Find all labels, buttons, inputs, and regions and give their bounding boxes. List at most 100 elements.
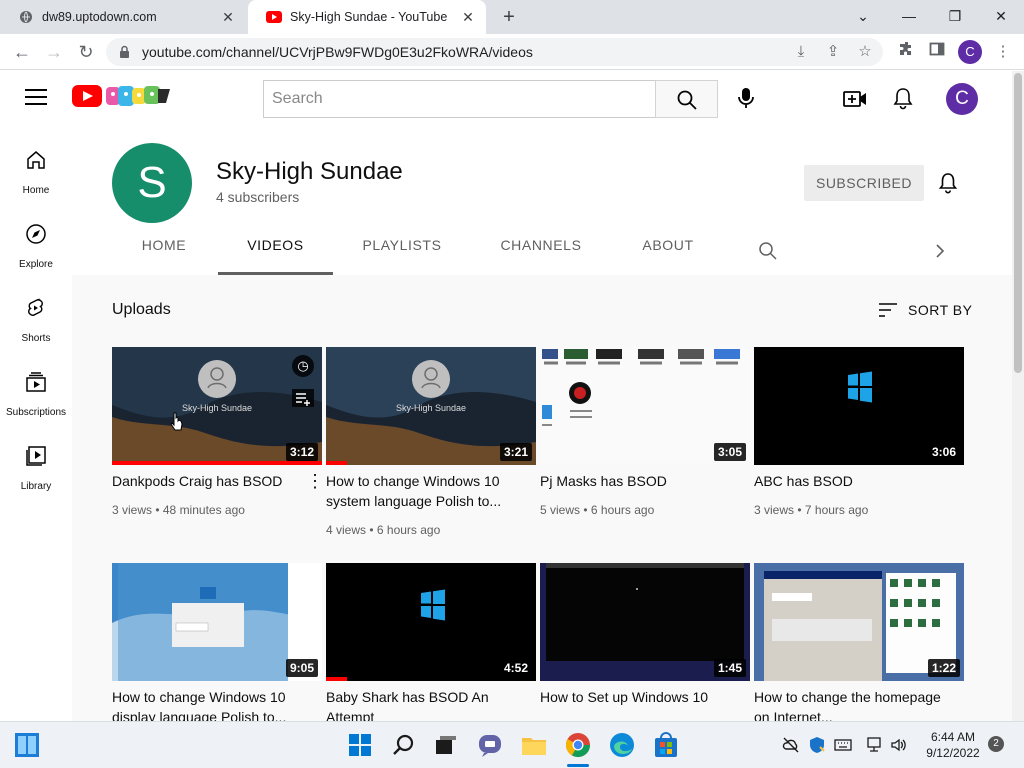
back-button[interactable]: ← (10, 40, 34, 64)
task-view-widgets-icon[interactable] (14, 732, 40, 758)
video-title[interactable]: How to change Windows 10 display languag… (112, 687, 312, 721)
minimize-button[interactable]: — (894, 4, 924, 28)
browser-menu-icon[interactable]: ⋮ (992, 41, 1014, 63)
home-icon (27, 151, 45, 169)
microsoft-store-icon[interactable] (652, 731, 680, 759)
video-card[interactable]: 3:05 Pj Masks has BSOD 5 views • 6 hours… (540, 347, 750, 537)
video-card[interactable]: 4:52 Baby Shark has BSOD An Attempt (326, 563, 536, 721)
tab-channels[interactable]: CHANNELS (488, 237, 594, 275)
video-thumbnail[interactable]: 4:52 (326, 563, 536, 681)
video-card[interactable]: 3:06 ABC has BSOD 3 views • 7 hours ago (754, 347, 964, 537)
video-thumbnail[interactable]: Sky-High Sundae 3:21 (326, 347, 536, 465)
forward-button[interactable]: → (42, 40, 66, 64)
close-tab-icon[interactable]: ✕ (460, 9, 476, 25)
video-duration: 3:06 (927, 443, 960, 461)
security-shield-icon[interactable] (808, 736, 826, 754)
channel-name: Sky-High Sundae (216, 158, 403, 185)
network-icon[interactable] (866, 736, 884, 754)
teams-chat-icon[interactable] (476, 731, 504, 759)
guide-item-shorts[interactable]: Shorts (0, 281, 72, 355)
video-thumbnail[interactable]: 3:06 (754, 347, 964, 465)
video-thumbnail[interactable]: 3:05 (540, 347, 750, 465)
microphone-icon[interactable] (732, 84, 760, 112)
chevron-right-icon[interactable] (930, 241, 950, 261)
video-action-menu-icon[interactable]: ⋮ (306, 471, 324, 491)
guide-item-label: Library (20, 481, 52, 492)
install-app-icon[interactable]: ⤓ (790, 41, 812, 63)
channel-search-icon[interactable] (758, 241, 778, 261)
video-card[interactable]: 1:45 How to Set up Windows 10 (540, 563, 750, 721)
guide-item-explore[interactable]: Explore (0, 207, 72, 281)
channel-notification-bell-icon[interactable] (936, 171, 960, 195)
guide-item-label: Shorts (21, 333, 51, 344)
subscribed-button[interactable]: SUBSCRIBED (804, 165, 924, 201)
side-panel-icon[interactable] (926, 41, 948, 63)
bookmark-star-icon[interactable]: ☆ (854, 41, 876, 63)
video-card[interactable]: 1:22 How to change the homepage on Inter… (754, 563, 964, 721)
keyboard-icon[interactable] (834, 736, 852, 754)
tab-about[interactable]: ABOUT (630, 237, 706, 275)
browser-tab-youtube[interactable]: Sky-High Sundae - YouTube ✕ (248, 0, 486, 34)
address-bar[interactable]: youtube.com/channel/UCVrjPBw9FWDg0E3u2Fk… (106, 38, 883, 66)
browser-profile-avatar[interactable]: C (958, 40, 982, 64)
youtube-doodle-logo[interactable] (104, 84, 174, 108)
video-thumbnail[interactable]: 1:45 (540, 563, 750, 681)
file-explorer-icon[interactable] (520, 731, 548, 759)
watch-progress-bar (112, 461, 322, 465)
guide-item-library[interactable]: Library (0, 429, 72, 503)
search-box[interactable] (263, 80, 656, 118)
search-icon[interactable] (390, 731, 418, 759)
video-title[interactable]: Dankpods Craig has BSOD (112, 471, 312, 491)
new-tab-button[interactable]: + (498, 6, 520, 28)
video-card[interactable]: Sky-High Sundae 3:21 How to change Windo… (326, 347, 536, 537)
video-title[interactable]: How to change the homepage on Internet..… (754, 687, 954, 721)
subscriber-count: 4 subscribers (216, 189, 300, 205)
video-thumbnail[interactable]: 9:05 (112, 563, 322, 681)
volume-icon[interactable] (890, 736, 908, 754)
chrome-icon[interactable] (564, 731, 592, 759)
video-title[interactable]: How to Set up Windows 10 (540, 687, 740, 707)
notifications-bell-icon[interactable] (890, 86, 916, 112)
browser-tab-strip: dw89.uptodown.com ✕ Sky-High Sundae - Yo… (0, 0, 1024, 34)
tab-home[interactable]: HOME (126, 237, 202, 275)
hamburger-menu-icon[interactable] (25, 89, 47, 107)
tab-search-chevron-icon[interactable]: ⌄ (848, 4, 878, 28)
extensions-puzzle-icon[interactable] (896, 41, 918, 63)
task-view-icon[interactable] (432, 731, 460, 759)
browser-tab-uptodown[interactable]: dw89.uptodown.com ✕ (0, 0, 246, 34)
video-card[interactable]: Sky-High Sundae ◷ 3:12 Dankpods Craig ha… (112, 347, 324, 537)
cloud-offline-icon[interactable] (782, 736, 800, 754)
video-title[interactable]: Baby Shark has BSOD An Attempt (326, 687, 526, 721)
youtube-logo[interactable] (72, 85, 102, 107)
create-video-icon[interactable] (842, 86, 868, 112)
close-window-button[interactable]: ✕ (986, 4, 1016, 28)
reload-button[interactable]: ↻ (74, 40, 98, 64)
share-icon[interactable]: ⇪ (822, 41, 844, 63)
sort-by-button[interactable]: SORT BY (878, 300, 972, 320)
notification-count-badge[interactable]: 2 (988, 736, 1004, 752)
tab-label: CHANNELS (500, 237, 582, 253)
maximize-button[interactable]: ❐ (940, 4, 970, 28)
tab-videos[interactable]: VIDEOS (218, 237, 333, 275)
page-scrollbar[interactable] (1012, 71, 1024, 721)
scrollbar-thumb[interactable] (1014, 73, 1022, 373)
video-thumbnail[interactable]: 1:22 (754, 563, 964, 681)
watch-later-clock-icon[interactable]: ◷ (292, 355, 314, 377)
search-input[interactable] (264, 81, 656, 117)
video-title[interactable]: How to change Windows 10 system language… (326, 471, 526, 511)
tab-playlists[interactable]: PLAYLISTS (349, 237, 455, 275)
search-button[interactable] (655, 80, 718, 118)
account-avatar[interactable]: C (946, 83, 978, 115)
guide-item-home[interactable]: Home (0, 133, 72, 207)
guide-item-subscriptions[interactable]: Subscriptions (0, 355, 72, 429)
windows-start-icon[interactable] (346, 731, 374, 759)
close-tab-icon[interactable]: ✕ (220, 9, 236, 25)
video-thumbnail[interactable]: Sky-High Sundae ◷ 3:12 (112, 347, 322, 465)
taskbar-clock[interactable]: 6:44 AM 9/12/2022 (918, 729, 988, 761)
tab-label: PLAYLISTS (362, 237, 442, 253)
video-title[interactable]: ABC has BSOD (754, 471, 954, 491)
video-card[interactable]: 9:05 How to change Windows 10 display la… (112, 563, 322, 721)
edge-icon[interactable] (608, 731, 636, 759)
add-to-queue-icon[interactable] (292, 389, 314, 407)
video-title[interactable]: Pj Masks has BSOD (540, 471, 740, 491)
